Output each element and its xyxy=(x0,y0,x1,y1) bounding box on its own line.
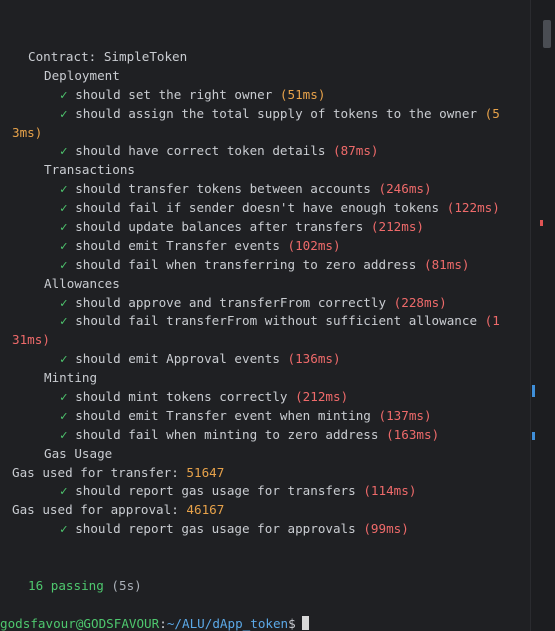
error-marker xyxy=(540,220,543,226)
test-duration: (212ms) xyxy=(370,219,424,235)
check-icon: ✓ xyxy=(60,86,68,102)
test-result: ✓ should fail when transferring to zero … xyxy=(12,256,527,275)
gas-transfer-value: 51647 xyxy=(186,464,225,480)
check-icon: ✓ xyxy=(60,407,68,423)
test-duration: (5 xyxy=(484,105,500,121)
test-result: ✓ should emit Transfer events (102ms) xyxy=(12,237,527,256)
gas-approval-value: 46167 xyxy=(186,502,225,518)
test-result: ✓ should emit Approval events (136ms) xyxy=(12,350,527,369)
test-duration: (87ms) xyxy=(333,143,379,159)
test-duration: (114ms) xyxy=(363,483,417,499)
test-duration-wrapped: 3ms) xyxy=(12,124,43,140)
test-result: ✓ should fail transferFrom without suffi… xyxy=(12,312,527,331)
passing-count: 16 passing xyxy=(28,577,104,593)
check-icon: ✓ xyxy=(60,483,68,499)
prompt-user-host: godsfavour@GODSFAVOUR xyxy=(0,615,160,631)
test-result: ✓ should fail when minting to zero addre… xyxy=(12,426,527,445)
check-icon: ✓ xyxy=(60,105,68,121)
test-name: should report gas usage for approvals xyxy=(75,521,356,537)
terminal-output: Contract: SimpleToken Deployment ✓ shoul… xyxy=(0,48,527,631)
test-result: ✓ should set the right owner (51ms) xyxy=(12,86,527,105)
check-icon: ✓ xyxy=(60,256,68,272)
section-heading-minting: Minting xyxy=(44,370,98,386)
test-duration: (51ms) xyxy=(279,86,326,102)
test-duration: (137ms) xyxy=(378,407,432,423)
check-icon: ✓ xyxy=(60,313,68,329)
gas-transfer-line: Gas used for transfer: 51647 xyxy=(12,464,527,483)
test-name: should approve and transferFrom correctl… xyxy=(75,294,387,310)
scrollbar[interactable] xyxy=(531,0,555,631)
test-name: should fail transferFrom without suffici… xyxy=(75,313,478,329)
total-duration: (5s) xyxy=(111,577,142,593)
test-name: should have correct token details xyxy=(75,143,326,159)
check-icon: ✓ xyxy=(60,389,68,405)
test-result: ✓ should report gas usage for approvals … xyxy=(12,520,527,539)
test-name: should update balances after transfers xyxy=(75,219,364,235)
text-cursor xyxy=(301,615,309,630)
summary-line: 16 passing (5s) xyxy=(12,577,527,596)
check-icon: ✓ xyxy=(60,351,68,367)
test-result: ✓ should update balances after transfers… xyxy=(12,218,527,237)
section-heading-deployment: Deployment xyxy=(44,67,120,83)
test-duration: (99ms) xyxy=(363,521,409,537)
test-name: should emit Transfer event when minting xyxy=(75,407,371,423)
test-duration: (136ms) xyxy=(287,351,341,367)
section-heading-gas-usage: Gas Usage xyxy=(44,445,113,461)
test-result-wrap: 31ms) xyxy=(12,331,527,350)
test-duration: (212ms) xyxy=(295,389,349,405)
test-result-wrap: 3ms) xyxy=(12,124,527,143)
check-icon: ✓ xyxy=(60,200,68,216)
check-icon: ✓ xyxy=(60,521,68,537)
test-result: ✓ should report gas usage for transfers … xyxy=(12,482,527,501)
test-name: should emit Transfer events xyxy=(75,237,280,253)
check-icon: ✓ xyxy=(60,219,68,235)
check-icon: ✓ xyxy=(60,143,68,159)
test-name: should fail when minting to zero address xyxy=(75,426,379,442)
check-icon: ✓ xyxy=(60,294,68,310)
test-result: ✓ should mint tokens correctly (212ms) xyxy=(12,388,527,407)
test-result: ✓ should approve and transferFrom correc… xyxy=(12,294,527,313)
test-result: ✓ should transfer tokens between account… xyxy=(12,180,527,199)
info-marker xyxy=(532,385,535,397)
test-duration: (122ms) xyxy=(446,200,500,216)
test-result: ✓ should fail if sender doesn't have eno… xyxy=(12,199,527,218)
gas-approval-label: Gas used for approval: xyxy=(12,502,179,518)
test-name: should assign the total supply of tokens… xyxy=(75,105,478,121)
gas-transfer-label: Gas used for transfer: xyxy=(12,464,179,480)
gas-approval-line: Gas used for approval: 46167 xyxy=(12,501,527,520)
test-duration: (246ms) xyxy=(378,181,432,197)
test-name: should transfer tokens between accounts xyxy=(75,181,371,197)
test-duration-wrapped: 31ms) xyxy=(12,332,50,348)
suite-title: Contract: SimpleToken xyxy=(28,49,188,64)
test-result: ✓ should assign the total supply of toke… xyxy=(12,105,527,124)
test-duration: (1 xyxy=(484,313,500,329)
prompt-separator: : xyxy=(159,615,167,631)
shell-prompt[interactable]: godsfavour@GODSFAVOUR:~/ALU/dApp_token$ xyxy=(0,615,527,631)
test-name: should set the right owner xyxy=(75,86,273,102)
test-name: should fail if sender doesn't have enoug… xyxy=(75,200,440,216)
prompt-symbol: $ xyxy=(288,615,296,631)
test-name: should mint tokens correctly xyxy=(75,389,288,405)
test-duration: (163ms) xyxy=(386,426,440,442)
test-result: ✓ should have correct token details (87m… xyxy=(12,142,527,161)
scrollbar-thumb[interactable] xyxy=(543,20,551,48)
test-result: ✓ should emit Transfer event when mintin… xyxy=(12,407,527,426)
check-icon: ✓ xyxy=(60,181,68,197)
check-icon: ✓ xyxy=(60,426,68,442)
section-heading-transactions: Transactions xyxy=(44,162,135,178)
test-name: should fail when transferring to zero ad… xyxy=(75,256,417,272)
test-duration: (228ms) xyxy=(393,294,447,310)
section-heading-allowances: Allowances xyxy=(44,275,120,291)
test-duration: (102ms) xyxy=(287,237,341,253)
terminal-window[interactable]: Contract: SimpleToken Deployment ✓ shoul… xyxy=(0,0,555,631)
info-marker xyxy=(532,432,535,440)
prompt-path: ~/ALU/dApp_token xyxy=(166,615,289,631)
test-name: should report gas usage for transfers xyxy=(75,483,356,499)
test-duration: (81ms) xyxy=(423,256,470,272)
test-name: should emit Approval events xyxy=(75,351,280,367)
check-icon: ✓ xyxy=(60,237,68,253)
